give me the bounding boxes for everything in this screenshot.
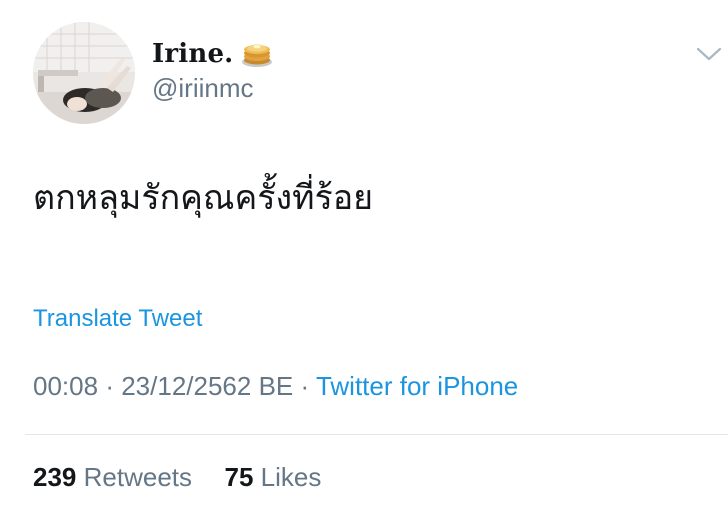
meta-separator: · bbox=[105, 371, 114, 401]
tweet-source-link[interactable]: Twitter for iPhone bbox=[316, 371, 518, 401]
retweets-stat[interactable]: 239 Retweets bbox=[33, 462, 199, 492]
display-name-text: Irine. bbox=[152, 39, 234, 69]
avatar[interactable] bbox=[33, 22, 135, 124]
more-options-button[interactable] bbox=[694, 42, 724, 66]
retweets-label: Retweets bbox=[83, 462, 193, 492]
likes-stat[interactable]: 75 Likes bbox=[217, 462, 321, 492]
tweet-stats: 239 Retweets 75 Likes bbox=[33, 462, 321, 493]
display-name[interactable]: Irine. bbox=[152, 37, 273, 71]
tweet-text: ตกหลุมรักคุณครั้งที่ร้อย bbox=[33, 178, 374, 218]
retweets-count: 239 bbox=[33, 462, 77, 492]
divider bbox=[25, 434, 728, 435]
translate-tweet-link[interactable]: Translate Tweet bbox=[33, 305, 202, 333]
likes-label: Likes bbox=[260, 462, 322, 492]
user-handle[interactable]: @iriinmc bbox=[152, 73, 254, 104]
tweet-time[interactable]: 00:08 bbox=[33, 371, 98, 401]
tweet-meta: 00:08 · 23/12/2562 BE · Twitter for iPho… bbox=[33, 371, 518, 402]
meta-separator: · bbox=[300, 371, 310, 401]
pancakes-icon bbox=[241, 40, 273, 68]
chevron-down-icon bbox=[696, 47, 722, 61]
tweet-date[interactable]: 23/12/2562 BE bbox=[121, 371, 293, 401]
avatar-photo bbox=[33, 22, 135, 124]
likes-count: 75 bbox=[224, 462, 254, 492]
